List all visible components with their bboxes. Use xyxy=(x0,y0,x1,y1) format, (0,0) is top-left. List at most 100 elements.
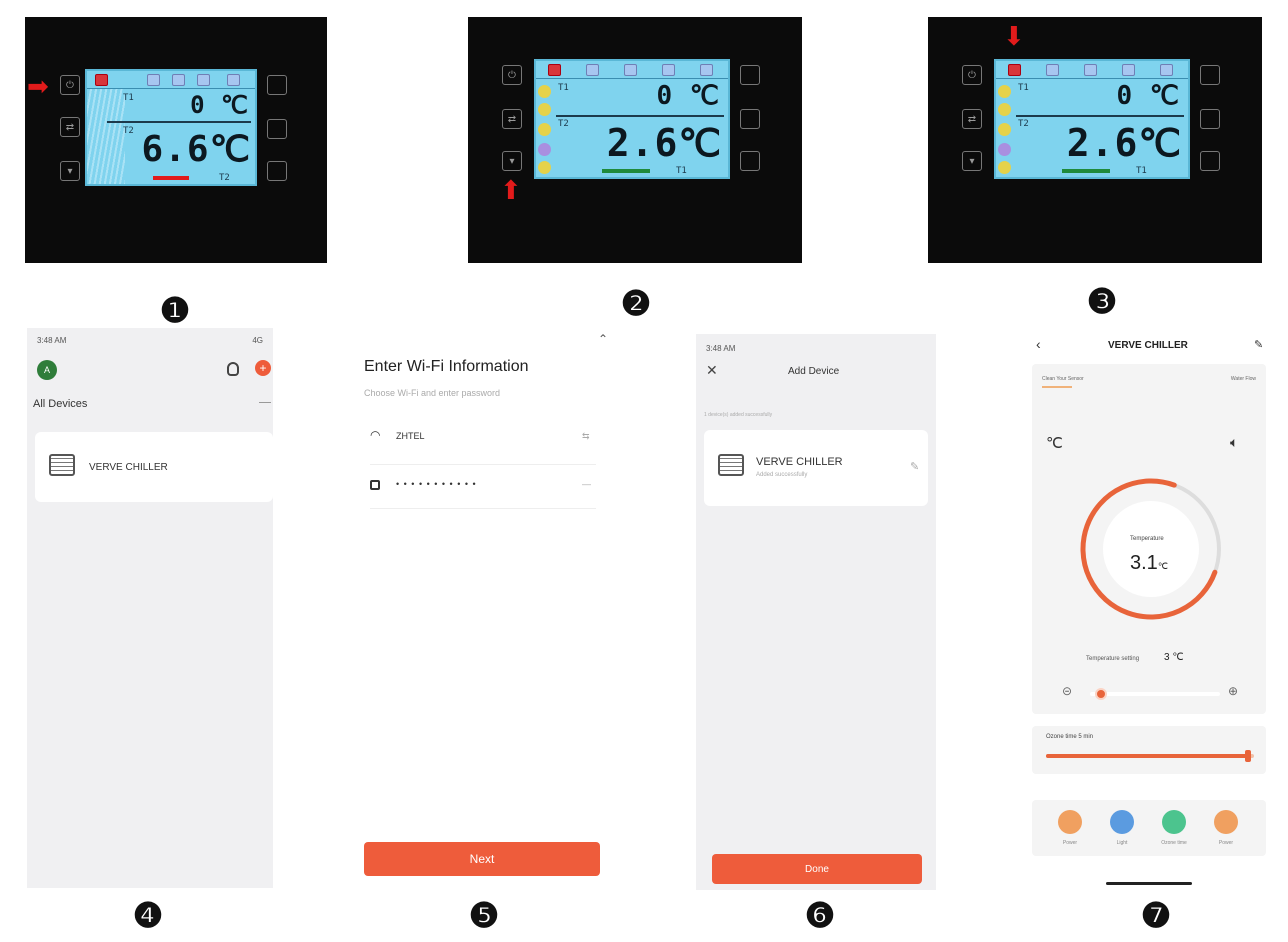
lcd-screen-3: T1 0 ℃ T2 2.6℃ T1 xyxy=(994,59,1190,179)
status-bar-green xyxy=(1062,169,1110,173)
edit-icon[interactable]: ✎ xyxy=(910,460,919,473)
side-indicator-2 xyxy=(538,103,551,116)
right-button-icon-3 xyxy=(740,151,760,171)
wifi-icon xyxy=(700,64,713,76)
add-device-icon[interactable]: + xyxy=(255,360,271,376)
right-button-icon-1 xyxy=(740,65,760,85)
switch-wifi-icon[interactable]: ⇆ xyxy=(582,431,590,442)
home-indicator xyxy=(1106,882,1192,885)
speaker-icon[interactable]: 🔈︎ xyxy=(1230,434,1238,451)
wifi-icon xyxy=(1160,64,1173,76)
ozone-slider-knob[interactable] xyxy=(1244,750,1251,762)
app-screen-device-control: ‹ VERVE CHILLER ✎ Clean Your Sensor Wate… xyxy=(1028,330,1270,890)
app-screen-add-device: 3:48 AM ✕ Add Device 1 device(s) added s… xyxy=(696,334,936,890)
side-indicator-5 xyxy=(998,161,1011,174)
lower-temperature: 6.6℃ xyxy=(141,129,251,170)
done-button[interactable]: Done xyxy=(712,854,922,884)
chiller-device-icon xyxy=(49,454,75,476)
unit-toggle[interactable]: ℃ xyxy=(1046,434,1063,452)
controller-photo-3: ⬇ ⏻ ⇄ ▾ T1 0 ℃ T2 2.6℃ T1 xyxy=(928,17,1262,263)
wifi-ssid-field[interactable]: ZHTEL xyxy=(396,431,425,441)
temperature-value: 3.1℃ xyxy=(1130,552,1168,575)
more-icon[interactable] xyxy=(259,402,271,403)
lower-temperature: 2.6℃ xyxy=(606,121,722,165)
side-indicator-5 xyxy=(538,161,551,174)
collapse-icon[interactable]: ⌃ xyxy=(598,332,608,346)
page-title: Add Device xyxy=(788,366,840,377)
ozone-function-button[interactable] xyxy=(1162,810,1186,834)
lock-icon xyxy=(370,480,380,490)
red-arrow-icon: ➡ xyxy=(27,71,49,101)
page-title: VERVE CHILLER xyxy=(1108,340,1188,351)
password-field[interactable]: • • • • • • • • • • • xyxy=(396,479,477,489)
light-icon xyxy=(624,64,637,76)
upper-temperature: 0 ℃ xyxy=(1116,81,1180,111)
status-bar-red xyxy=(153,176,189,180)
power-function-button[interactable] xyxy=(1058,810,1082,834)
status-code: T1 xyxy=(676,166,687,176)
page-title: Enter Wi-Fi Information xyxy=(364,358,529,375)
setting-value: 3 ℃ xyxy=(1164,652,1184,663)
info-panel: Clean Your Sensor Water Flow ℃ 🔈︎ Temper… xyxy=(1032,364,1266,714)
snowflake-icon xyxy=(586,64,599,76)
edit-icon[interactable]: ✎ xyxy=(1254,338,1263,351)
dial-inner xyxy=(1103,501,1199,597)
right-button-icon-2 xyxy=(1200,109,1220,129)
side-indicator-3 xyxy=(538,123,551,136)
t2-label: T2 xyxy=(123,126,134,136)
wifi-icon: ◠ xyxy=(370,428,381,442)
red-arrow-icon: ⬇ xyxy=(1003,21,1025,51)
ozone-icon xyxy=(197,74,210,86)
status-time: 3:48 AM xyxy=(706,344,736,353)
wifi-icon xyxy=(227,74,240,86)
controller-photo-1: ➡ ⏻ ⇄ ▾ T1 0 ℃ T2 6.6℃ T2 xyxy=(25,17,327,263)
temperature-number: 3.1 xyxy=(1130,552,1158,574)
close-icon[interactable]: ✕ xyxy=(706,362,718,379)
function-panel: Power Light Ozone time Power xyxy=(1032,800,1266,856)
added-note: 1 device(s) added successfully xyxy=(704,412,773,418)
device-subtitle: Added successfully xyxy=(756,472,808,478)
step-number-4: ❹ xyxy=(132,897,164,935)
power-button-icon: ⏻ xyxy=(60,75,80,95)
status-code: T2 xyxy=(219,173,230,183)
side-indicator-4 xyxy=(538,143,551,156)
down-button-icon: ▾ xyxy=(502,151,522,171)
step-number-6: ❻ xyxy=(804,897,836,935)
ozone-slider-fill xyxy=(1046,754,1248,758)
ozone-icon xyxy=(1122,64,1135,76)
step-number-5: ❺ xyxy=(468,897,500,935)
device-name: VERVE CHILLER xyxy=(89,462,168,473)
setting-slider[interactable] xyxy=(1090,688,1220,700)
right-button-icon-3 xyxy=(1200,151,1220,171)
device-card[interactable]: VERVE CHILLER xyxy=(35,432,273,502)
ozone-time-label: Ozone time xyxy=(1161,840,1187,846)
side-indicator-2 xyxy=(998,103,1011,116)
fourth-function-button[interactable] xyxy=(1214,810,1238,834)
ozone-icon xyxy=(662,64,675,76)
step-number-7: ❼ xyxy=(1140,897,1172,935)
added-device-card[interactable]: VERVE CHILLER Added successfully ✎ xyxy=(704,430,928,506)
light-function-button[interactable] xyxy=(1110,810,1134,834)
microphone-icon[interactable] xyxy=(227,362,239,376)
t2-label: T2 xyxy=(1018,119,1029,129)
side-indicator-4 xyxy=(998,143,1011,156)
upper-temperature: 0 ℃ xyxy=(656,81,720,111)
increase-icon[interactable]: ⊕ xyxy=(1228,684,1238,698)
power-button-icon: ⏻ xyxy=(962,65,982,85)
status-indicators: 4G xyxy=(252,336,263,345)
power-label: Power xyxy=(1062,840,1078,846)
water-flow-info: Water Flow xyxy=(1230,376,1256,382)
ozone-slider[interactable] xyxy=(1046,750,1254,762)
t1-label: T1 xyxy=(1018,83,1029,93)
snowflake-icon xyxy=(147,74,160,86)
decrease-icon[interactable]: ⊝ xyxy=(1062,684,1072,698)
next-button[interactable]: Next xyxy=(364,842,600,876)
avatar[interactable]: A xyxy=(37,360,57,380)
setting-slider-knob[interactable] xyxy=(1094,688,1107,700)
show-password-icon[interactable]: — xyxy=(582,479,591,489)
app-screen-wifi-info: ⌃ Enter Wi-Fi Information Choose Wi-Fi a… xyxy=(356,328,612,888)
back-icon[interactable]: ‹ xyxy=(1036,336,1041,352)
ozone-panel: Ozone time 5 min xyxy=(1032,726,1266,774)
section-title: All Devices xyxy=(33,398,88,410)
t1-label: T1 xyxy=(558,83,569,93)
